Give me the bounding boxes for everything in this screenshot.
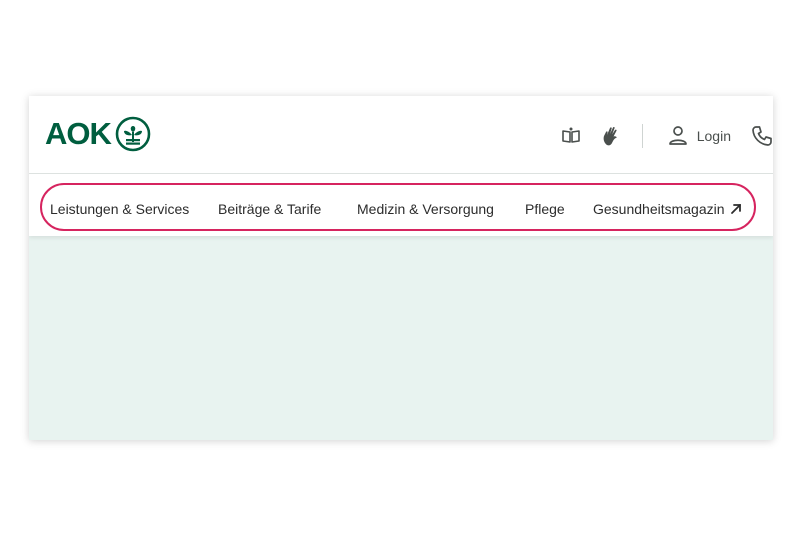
login-link[interactable]: Login [667, 125, 731, 147]
utility-divider [641, 124, 643, 148]
phone-icon[interactable] [751, 125, 773, 147]
login-label: Login [696, 128, 731, 144]
aok-logo[interactable]: AOK [45, 116, 151, 152]
utility-nav: Login [560, 120, 773, 152]
nav-item-gesundheitsmagazin[interactable]: Gesundheitsmagazin [593, 195, 743, 223]
external-arrow-icon [730, 204, 741, 214]
book-icon[interactable] [560, 125, 582, 147]
header-divider [29, 173, 773, 174]
user-icon [667, 125, 689, 147]
nav-item-gesundheitsmagazin-label: Gesundheitsmagazin [593, 201, 725, 217]
nav-item-medizin-versorgung[interactable]: Medizin & Versorgung [357, 195, 494, 223]
sign-language-icon[interactable] [600, 125, 622, 147]
aok-tree-emblem-icon [115, 116, 151, 152]
nav-item-beitraege-tarife[interactable]: Beiträge & Tarife [218, 195, 321, 223]
logo-wordmark: AOK [45, 116, 112, 151]
nav-item-leistungen-services[interactable]: Leistungen & Services [50, 195, 189, 223]
nav-item-pflege[interactable]: Pflege [525, 195, 565, 223]
page-frame: AOK Login Leistungen & Services Beiträge… [29, 96, 773, 440]
site-header: AOK Login Leistungen & Services Beiträge… [29, 96, 773, 236]
main-navigation: Leistungen & Services Beiträge & Tarife … [29, 195, 773, 223]
